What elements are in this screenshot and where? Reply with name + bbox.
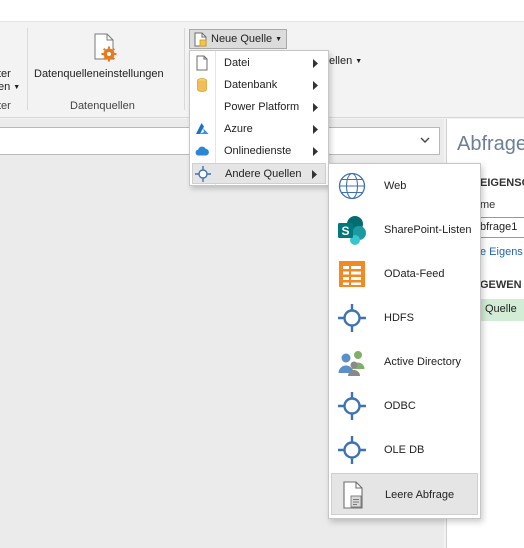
new-source-label: Neue Quelle xyxy=(211,33,273,45)
menu-item-label: Datei xyxy=(224,57,250,69)
database-icon xyxy=(197,78,207,92)
menu-item-active-directory[interactable]: Active Directory xyxy=(331,341,478,383)
oledb-icon xyxy=(338,436,366,464)
menu-item-file[interactable]: Datei xyxy=(192,53,326,74)
active-directory-icon xyxy=(338,351,365,376)
menu-item-online-services[interactable]: Onlinedienste xyxy=(192,141,326,162)
ribbon-separator xyxy=(27,28,28,110)
title-strip xyxy=(0,0,524,22)
menu-item-web[interactable]: Web xyxy=(331,165,478,207)
cut-ribbon-label-line2[interactable]: en ▼ xyxy=(0,81,20,93)
menu-item-label: Azure xyxy=(224,123,253,135)
all-properties-link[interactable]: e Eigens xyxy=(480,246,523,258)
menu-item-hdfs[interactable]: HDFS xyxy=(331,297,478,339)
chevron-right-icon xyxy=(313,147,318,156)
new-source-menu: Datei Datenbank Power Platform Azure Onl… xyxy=(189,50,329,186)
cloud-icon xyxy=(195,146,209,156)
name-label: me xyxy=(480,199,496,211)
power-platform-icon xyxy=(194,99,210,115)
menu-item-label: OLE DB xyxy=(384,444,425,456)
chevron-right-icon xyxy=(313,103,318,112)
menu-item-database[interactable]: Datenbank xyxy=(192,75,326,96)
chevron-right-icon xyxy=(313,125,318,134)
applied-step[interactable]: Quelle xyxy=(475,299,524,321)
applied-steps-section-heading: GEWEN xyxy=(480,279,522,291)
menu-item-label: Onlinedienste xyxy=(224,145,292,157)
blank-query-icon xyxy=(343,481,363,509)
menu-item-label: Datenbank xyxy=(224,79,278,91)
ribbon-separator xyxy=(184,28,185,110)
menu-item-label: SharePoint-Listen xyxy=(384,224,472,236)
menu-item-power-platform[interactable]: Power Platform xyxy=(192,97,326,118)
svg-text:S: S xyxy=(341,224,349,238)
new-source-button[interactable]: Neue Quelle ▼ xyxy=(189,29,287,49)
other-sources-menu: Web S SharePoint-Listen OData-Feed HDFS xyxy=(328,163,481,519)
menu-item-azure[interactable]: Azure xyxy=(192,119,326,140)
menu-item-label: Power Platform xyxy=(224,101,300,113)
menu-item-label: Leere Abfrage xyxy=(385,489,455,501)
cut-group-label: ter xyxy=(0,100,11,112)
menu-item-other-sources[interactable]: Andere Quellen xyxy=(192,163,326,184)
query-name-input[interactable]: bfrage1 xyxy=(475,217,524,238)
other-sources-icon xyxy=(195,166,211,182)
odata-icon xyxy=(339,261,365,287)
azure-icon xyxy=(196,123,209,134)
query-settings-header: Abfrage xyxy=(457,133,524,155)
file-icon xyxy=(196,55,208,71)
datasource-settings-button[interactable]: Datenquelleneinstellungen xyxy=(30,30,178,86)
menu-item-sharepoint-lists[interactable]: S SharePoint-Listen xyxy=(331,209,478,251)
menu-item-ole-db[interactable]: OLE DB xyxy=(331,429,478,471)
datasource-settings-label: Datenquelleneinstellungen xyxy=(34,68,164,80)
group-datasources-label: Datenquellen xyxy=(70,100,135,112)
menu-item-blank-query[interactable]: Leere Abfrage xyxy=(331,473,478,515)
globe-icon xyxy=(338,172,366,200)
sharepoint-icon: S xyxy=(338,216,366,245)
chevron-right-icon xyxy=(312,170,317,179)
menu-item-odata-feed[interactable]: OData-Feed xyxy=(331,253,478,295)
chevron-right-icon xyxy=(313,59,318,68)
new-source-icon xyxy=(194,32,207,46)
datasource-settings-icon xyxy=(94,33,117,62)
menu-item-label: OData-Feed xyxy=(384,268,445,280)
hdfs-icon xyxy=(338,304,366,332)
menu-item-label: ODBC xyxy=(384,400,416,412)
menu-item-label: Andere Quellen xyxy=(225,168,302,180)
menu-item-label: HDFS xyxy=(384,312,414,324)
chevron-right-icon xyxy=(313,81,318,90)
chevron-down-icon: ▼ xyxy=(275,35,283,43)
chevron-down-icon[interactable] xyxy=(419,134,431,146)
properties-section-heading: EIGENSCHA xyxy=(480,177,524,189)
menu-item-label: Web xyxy=(384,180,407,192)
menu-item-label: Active Directory xyxy=(384,356,462,368)
odbc-icon xyxy=(338,392,366,420)
menu-item-odbc[interactable]: ODBC xyxy=(331,385,478,427)
cut-ribbon-label-line1[interactable]: ter xyxy=(0,68,11,80)
ribbon-cut-right-label[interactable]: ellen ▼ xyxy=(329,55,362,67)
